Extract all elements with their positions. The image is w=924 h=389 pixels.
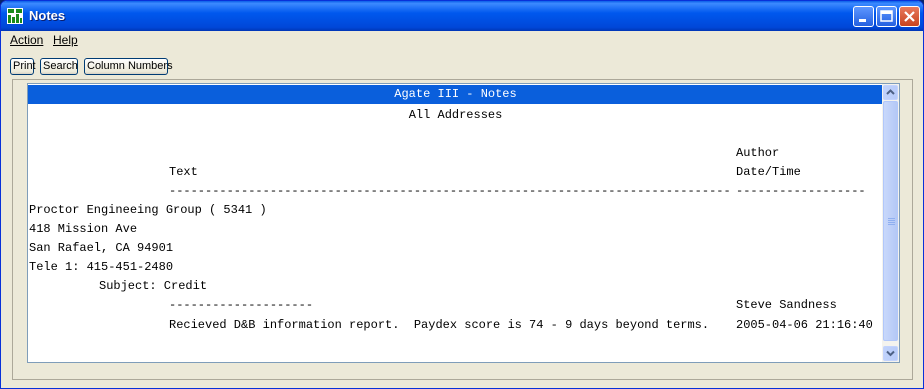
phone-line: Tele 1: 415-451-2480 [29, 260, 174, 274]
scroll-up-button[interactable] [883, 85, 898, 100]
scroll-down-button[interactable] [883, 346, 898, 361]
menu-bar: Action Help [1, 31, 923, 50]
maximize-icon [880, 10, 893, 22]
title-bar[interactable]: Notes [1, 1, 923, 31]
vertical-scrollbar[interactable] [882, 84, 899, 362]
column-author-header: Author [736, 146, 780, 160]
company-name: Proctor Engineeing Group ( 5341 ) [29, 203, 267, 217]
note-author: Steve Sandness [736, 298, 837, 312]
search-button[interactable]: Search [40, 58, 78, 75]
minimize-icon [859, 19, 866, 22]
maximize-button[interactable] [876, 6, 897, 27]
print-button[interactable]: Print [10, 58, 36, 75]
author-column-rule: ------------------ [736, 184, 866, 198]
close-icon [904, 11, 915, 22]
menu-action[interactable]: Action [10, 33, 43, 47]
menu-help[interactable]: Help [53, 33, 78, 47]
scroll-thumb[interactable] [883, 101, 898, 341]
chevron-up-icon [886, 89, 895, 95]
report-header: Agate III - Notes [28, 85, 883, 104]
minimize-button[interactable] [853, 6, 874, 27]
note-rule: -------------------- [169, 298, 314, 312]
column-datetime-header: Date/Time [736, 165, 801, 179]
text-column-rule: ----------------------------------------… [169, 184, 729, 198]
notes-window: Notes Action Help Print Search Column Nu… [0, 0, 924, 389]
window-title: Notes [29, 8, 66, 23]
app-icon [7, 8, 23, 24]
address-line-2: San Rafael, CA 94901 [29, 241, 174, 255]
close-button[interactable] [899, 6, 920, 27]
note-subject: Subject: Credit [99, 279, 208, 293]
column-text-header: Text [169, 165, 198, 179]
address-line-1: 418 Mission Ave [29, 222, 138, 236]
chevron-down-icon [886, 350, 895, 357]
column-numbers-button[interactable]: Column Numbers [84, 58, 173, 75]
report-subheader: All Addresses [408, 108, 503, 122]
note-datetime: 2005-04-06 21:16:40 [736, 318, 873, 332]
notes-report-area[interactable]: Agate III - Notes All Addresses Author T… [27, 83, 900, 363]
note-text: Recieved D&B information report. Paydex … [169, 318, 710, 332]
